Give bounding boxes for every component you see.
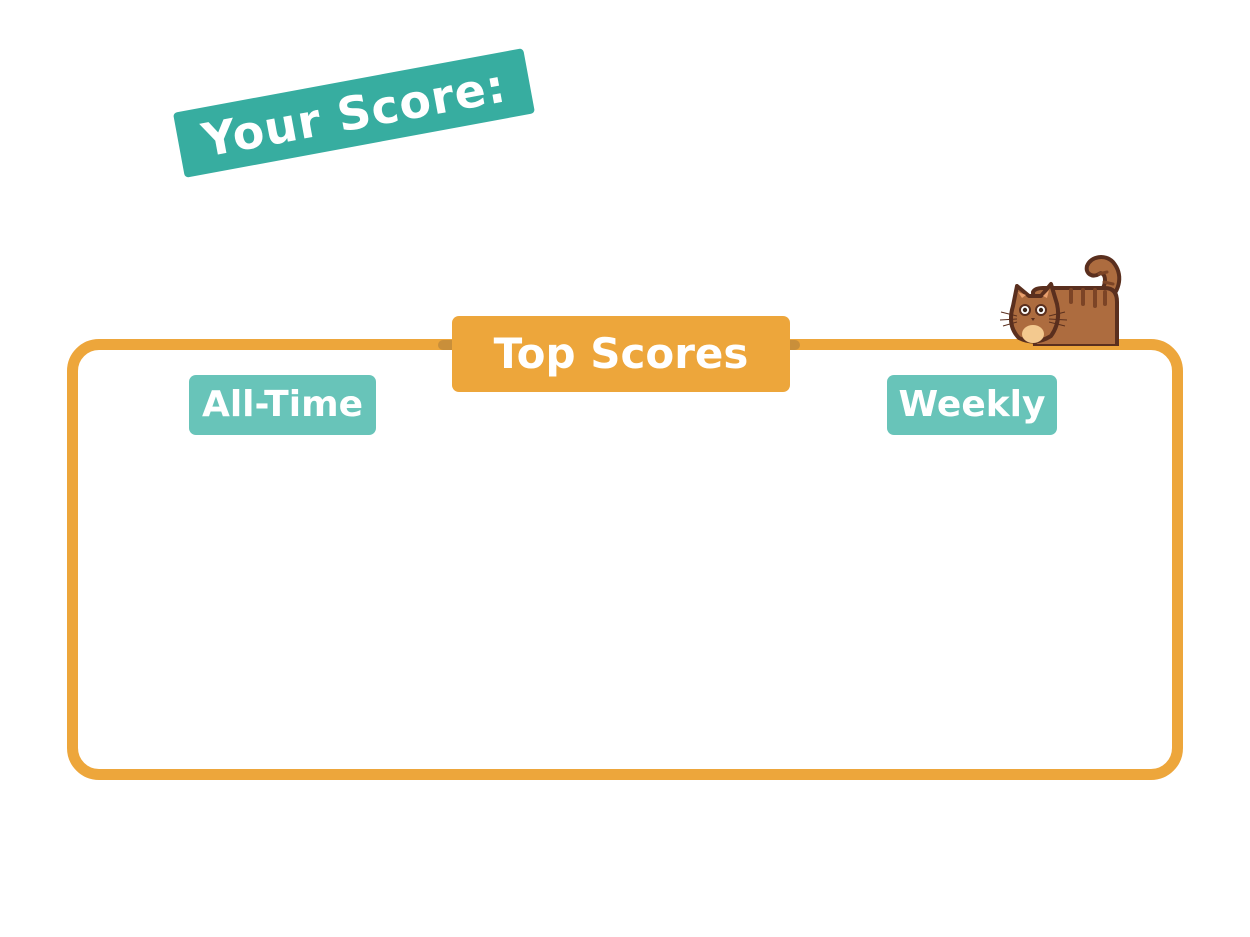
cat-icon bbox=[999, 255, 1122, 346]
tab-all-time-label: All-Time bbox=[201, 384, 363, 425]
tab-weekly[interactable]: Weekly bbox=[887, 375, 1057, 435]
tab-weekly-label: Weekly bbox=[898, 384, 1046, 425]
game-screen: Your Score: Top Scores All-Time Weekly bbox=[0, 0, 1250, 937]
tab-all-time[interactable]: All-Time bbox=[189, 375, 376, 435]
leaderboard-title: Top Scores bbox=[493, 329, 749, 378]
your-score-banner: Your Score: bbox=[172, 48, 536, 178]
leaderboard-title-plaque: Top Scores bbox=[452, 316, 790, 392]
your-score-label: Your Score: bbox=[197, 58, 511, 168]
